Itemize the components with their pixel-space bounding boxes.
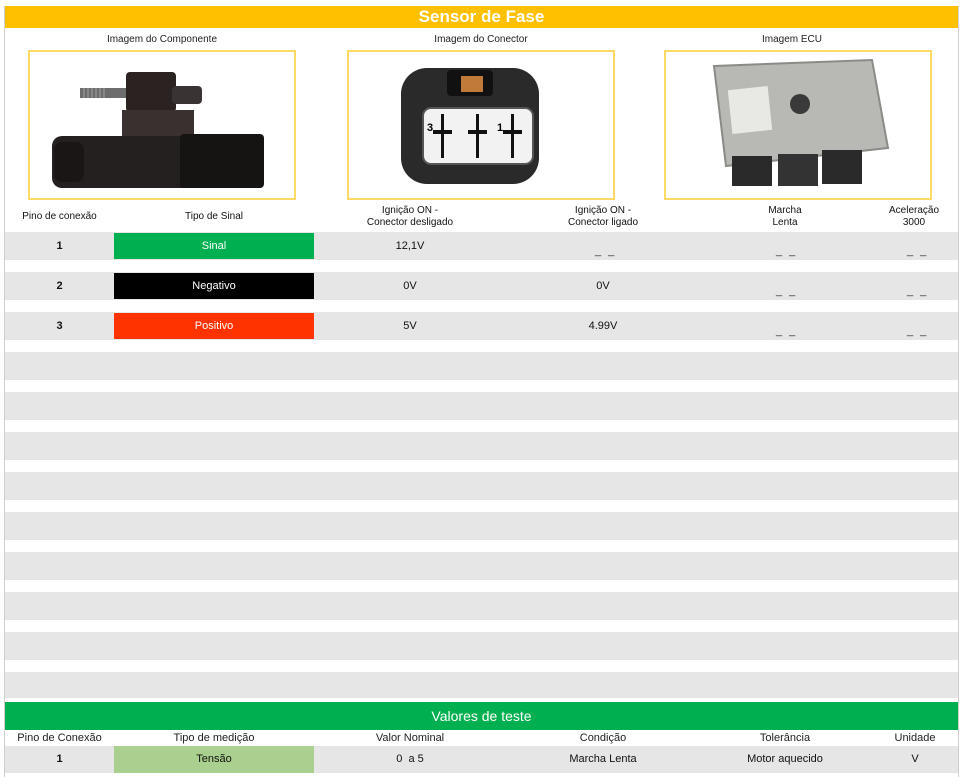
connector-pin-1-label: 1 [497,122,503,134]
test-header-tolerance: Tolerância [759,732,811,744]
connector-image: 3 1 [347,50,615,200]
pin-number: 2 [56,280,63,292]
value-connected: 0V [596,280,610,292]
value-idle: _ _ [776,245,798,257]
signal-type-cell: Positivo [114,313,314,339]
ecu-image-label: Imagem ECU [761,34,822,45]
component-image [28,50,296,200]
empty-row [5,552,958,580]
header-ignition-connected-line2: Conector ligado [567,217,639,228]
value-acceleration: _ _ [907,245,929,257]
empty-row [5,472,958,500]
empty-row [5,352,958,380]
header-pin: Pino de conexão [22,211,97,222]
header-signal-type: Tipo de Sinal [185,211,243,222]
header-ignition-connected: Ignição ON - Conector ligado [518,205,688,229]
value-connected: _ _ [595,245,617,257]
test-header-condition: Condição [579,732,627,744]
test-tolerance: Motor aquecido [747,753,823,765]
pin-number: 3 [56,320,63,332]
signal-type-cell: Negativo [114,273,314,299]
sheet: Sensor de Fase Imagem do Componente Imag… [4,6,959,777]
test-unit: V [911,753,919,765]
header-ignition-connected-line1: Ignição ON - [574,205,632,216]
test-nominal: 0 a 5 [396,753,424,765]
value-disconnected: 12,1V [395,240,425,252]
pin-number: 1 [56,240,63,252]
header-acceleration-line1: Aceleração [888,205,940,216]
value-connected: 4.99V [588,320,618,332]
empty-row [5,632,958,660]
test-values-title: Valores de teste [5,702,958,730]
test-header-pin: Pino de Conexão [17,732,102,744]
header-acceleration: Aceleração 3000 [871,205,957,229]
page-title: Sensor de Fase [5,6,958,28]
header-acceleration-line2: 3000 [902,217,926,228]
test-header-nominal: Valor Nominal [375,732,445,744]
header-ignition-disconnected: Ignição ON - Conector desligado [325,205,495,229]
empty-row [5,672,958,698]
empty-row [5,512,958,540]
connector-pin-3-label: 3 [427,122,433,134]
test-measure-cell: Tensão [114,746,314,773]
value-acceleration: _ _ [907,285,929,297]
header-ignition-disconnected-line1: Ignição ON - [381,205,439,216]
test-pin: 1 [56,753,63,765]
header-idle-line1: Marcha [768,205,802,216]
empty-row [5,392,958,420]
ecu-image [664,50,932,200]
header-idle-line2: Lenta [772,217,798,228]
value-disconnected: 5V [403,320,417,332]
test-condition: Marcha Lenta [569,753,637,765]
connector-image-label: Imagem do Conector [434,34,528,45]
empty-row [5,592,958,620]
test-header-unit: Unidade [894,732,936,744]
header-idle: Marcha Lenta [735,205,835,229]
value-idle: _ _ [776,325,798,337]
component-image-label: Imagem do Componente [106,34,218,45]
value-disconnected: 0V [403,280,417,292]
value-idle: _ _ [776,285,798,297]
test-header-measure: Tipo de medição [173,732,255,744]
value-acceleration: _ _ [907,325,929,337]
empty-row [5,432,958,460]
signal-type-cell: Sinal [114,233,314,259]
header-ignition-disconnected-line2: Conector desligado [366,217,454,228]
